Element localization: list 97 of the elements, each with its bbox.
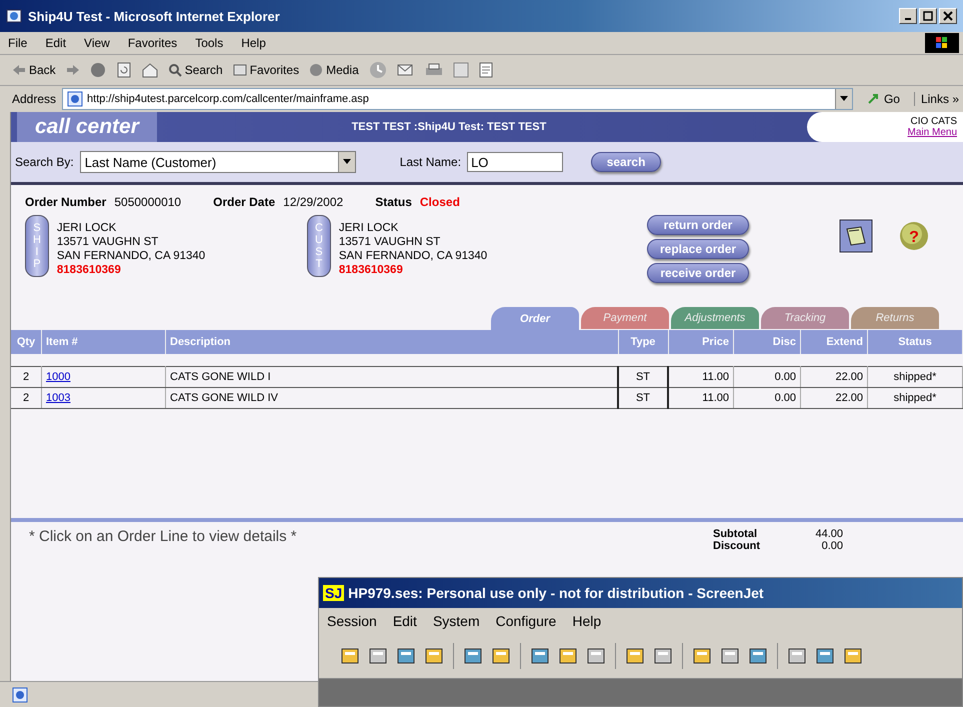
main-menu-link[interactable]: Main Menu [908, 127, 957, 138]
address-tag: SHIP [25, 215, 49, 278]
column-header: Description [166, 330, 618, 354]
column-header: Extend [800, 330, 868, 354]
menu-item[interactable]: Favorites [128, 36, 178, 50]
disc-icon [309, 63, 324, 77]
order-date-label: Order Date [213, 195, 276, 209]
window-title: HP979.ses: Personal use only - not for distribution - ScreenJet [348, 585, 764, 601]
status-label: Status [375, 195, 412, 209]
menu-item[interactable]: View [84, 36, 110, 50]
order-date: 12/29/2002 [283, 195, 344, 209]
table-cell: shipped* [868, 388, 962, 408]
column-header: Type [618, 330, 668, 354]
go-button[interactable]: Go [858, 92, 908, 106]
column-header: Disc [734, 330, 800, 354]
order-number: 5050000010 [114, 195, 182, 209]
order-status: Closed [420, 195, 460, 209]
phone-number: 8183610369 [338, 263, 404, 277]
browser-icon [6, 8, 22, 24]
links-button[interactable]: Links » [914, 92, 959, 106]
menu-item[interactable]: File [8, 36, 28, 50]
phone-number: 8183610369 [56, 263, 122, 277]
address-tag: CUST [307, 215, 331, 278]
total-label: Discount [713, 540, 760, 552]
address-field[interactable]: http://ship4utest.parcelcorp.com/callcenter/mainframe.asp [62, 88, 853, 110]
table-cell: ST [618, 388, 668, 408]
column-header: Qty [11, 330, 42, 354]
search-by-label: Search By: [15, 155, 74, 169]
dropdown-arrow-icon [840, 96, 848, 102]
close-icon [943, 11, 953, 21]
item-link[interactable]: 1000 [46, 371, 70, 383]
menu-item[interactable]: Tools [195, 36, 224, 50]
column-header: Price [668, 330, 734, 354]
user-name: CIO CATS [910, 116, 957, 127]
search-by-select[interactable]: Last Name (Customer) [80, 151, 356, 173]
menu-item[interactable]: Help [241, 36, 266, 50]
table-cell: 22.00 [800, 366, 868, 388]
arrow-icon [866, 93, 881, 105]
favorites-button[interactable]: Favorites [232, 63, 300, 77]
table-cell: 11.00 [668, 366, 734, 388]
address-line: JERI LOCK [56, 221, 118, 235]
app-logo: SJ [323, 585, 344, 601]
notepad-icon[interactable] [839, 219, 874, 253]
address-line: SAN FERNANDO, CA 91340 [338, 249, 488, 263]
column-header: Item # [42, 330, 166, 354]
dropdown-arrow-icon [342, 159, 351, 165]
page-icon [12, 686, 28, 702]
home-icon[interactable] [142, 62, 158, 78]
edit-icon[interactable] [452, 62, 469, 78]
mail-icon[interactable] [396, 62, 415, 78]
address-label: Address [12, 92, 56, 106]
menu-item[interactable]: Configure [496, 613, 556, 629]
last-name-field[interactable]: LO [467, 152, 564, 172]
maximize-icon [923, 11, 933, 21]
search-icon [168, 63, 182, 77]
last-name-label: Last Name: [400, 155, 462, 169]
total-label: Subtotal [713, 528, 757, 540]
menu-item[interactable]: Help [572, 613, 602, 629]
search-button[interactable]: Search [168, 63, 223, 77]
table-cell: 2 [11, 388, 42, 408]
back-button[interactable]: Back [12, 63, 56, 77]
stop-icon[interactable] [90, 62, 106, 78]
windows-logo-icon [925, 33, 959, 53]
table-cell: 11.00 [668, 388, 734, 408]
menu-item[interactable]: System [432, 613, 480, 629]
hint-text: * Click on an Order Line to view details * [29, 528, 297, 547]
address-line: 13571 VAUGHN ST [338, 235, 442, 249]
document-icon[interactable] [478, 62, 493, 78]
table-cell: shipped* [868, 366, 962, 388]
minimize-button[interactable] [899, 8, 917, 24]
table-cell: ST [618, 366, 668, 388]
table-cell: 0.00 [734, 388, 800, 408]
table-cell: 2 [11, 366, 42, 388]
address-line: SAN FERNANDO, CA 91340 [56, 249, 206, 263]
header-title: TEST TEST :Ship4U Test: TEST TEST [350, 121, 548, 133]
total-value: 0.00 [822, 540, 843, 552]
brand-logo: call center [17, 112, 157, 142]
menu-item[interactable]: Session [327, 613, 377, 629]
table-cell: 0.00 [734, 366, 800, 388]
page-icon [67, 91, 84, 107]
column-header: Status [868, 330, 962, 354]
minimize-icon [905, 18, 911, 20]
media-button[interactable]: Media [309, 63, 359, 77]
menu-item[interactable]: Edit [45, 36, 66, 50]
address-line: 13571 VAUGHN ST [56, 235, 160, 249]
close-button[interactable] [939, 8, 957, 24]
back-arrow-icon [12, 64, 26, 76]
table-cell: 22.00 [800, 388, 868, 408]
order-number-label: Order Number [25, 195, 106, 209]
menu-item[interactable]: Edit [392, 613, 417, 629]
table-cell: CATS GONE WILD I [166, 366, 618, 388]
window-title: Ship4U Test - Microsoft Internet Explorer [28, 8, 280, 24]
total-value: 44.00 [815, 528, 843, 540]
maximize-button[interactable] [919, 8, 937, 24]
item-link[interactable]: 1003 [46, 392, 70, 404]
refresh-icon[interactable] [116, 62, 132, 78]
address-line: JERI LOCK [338, 221, 400, 235]
